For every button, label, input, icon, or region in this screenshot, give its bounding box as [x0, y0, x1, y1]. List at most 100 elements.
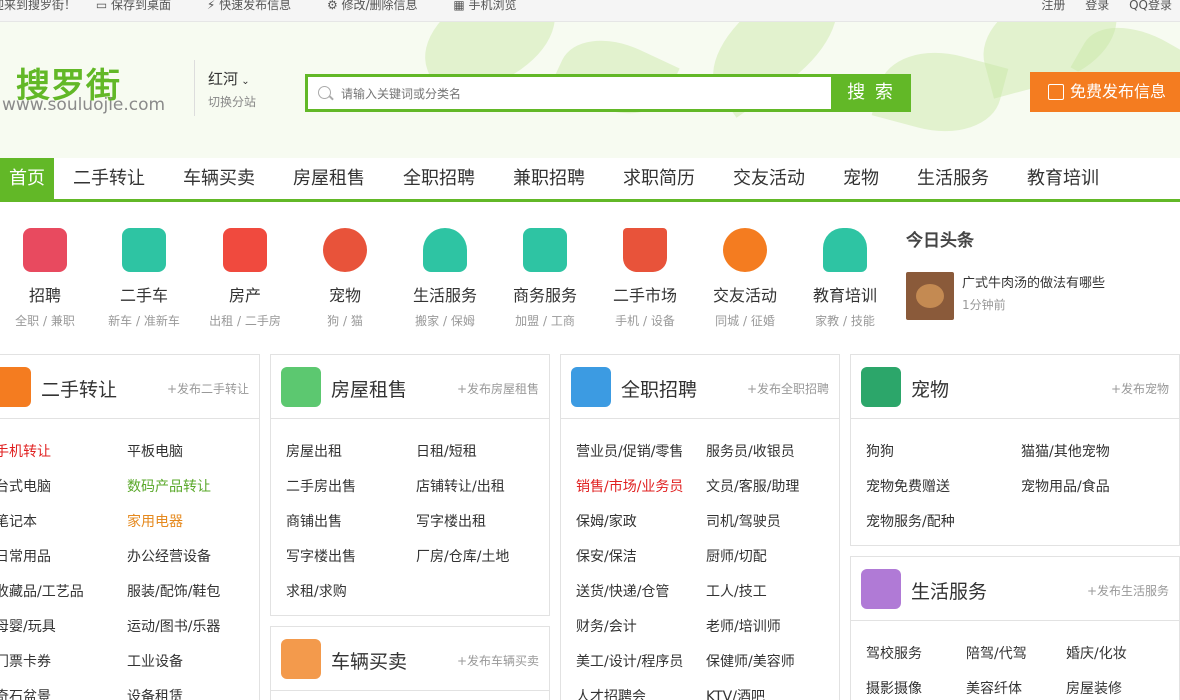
list-link[interactable]: 写字楼出租 [416, 511, 486, 531]
chevron-down-icon: ⌄ [238, 76, 250, 87]
headlines-panel: 今日头条 广式牛肉汤的做法有哪些 1分钟前 [906, 226, 1176, 320]
list-link[interactable]: 陪驾/代驾 [966, 643, 1027, 663]
list-link[interactable]: 家用电器 [127, 511, 183, 531]
register-link[interactable]: 注册 [1041, 0, 1065, 12]
city-selector[interactable]: 红河 ⌄ [208, 68, 250, 89]
graduation-cap-icon [823, 228, 867, 272]
list-link[interactable]: KTV/酒吧 [706, 686, 765, 700]
category-property[interactable]: 房产 出租 / 二手房 [195, 228, 295, 329]
list-link[interactable]: 写字楼出售 [286, 546, 356, 566]
nav-item-dating[interactable]: 交友活动 [733, 158, 805, 200]
post-housing-link[interactable]: +发布房屋租售 [457, 380, 539, 397]
list-link[interactable]: 商铺出售 [286, 511, 342, 531]
list-link[interactable]: 保姆/家政 [576, 511, 637, 531]
list-link[interactable]: 猫猫/其他宠物 [1021, 441, 1110, 461]
list-link[interactable]: 店铺转让/出租 [416, 476, 505, 496]
list-link[interactable]: 奇石盆景 [0, 686, 51, 700]
list-link[interactable]: 办公经营设备 [127, 546, 211, 566]
list-link[interactable]: 司机/驾驶员 [706, 511, 781, 531]
dog-icon [861, 367, 901, 407]
list-link[interactable]: 服装/配饰/鞋包 [127, 581, 220, 601]
qq-login-link[interactable]: QQ登录 [1129, 0, 1172, 12]
list-link[interactable]: 二手房出售 [286, 476, 356, 496]
search-input[interactable] [341, 83, 821, 105]
list-link[interactable]: 文员/客服/助理 [706, 476, 799, 496]
list-link[interactable]: 狗狗 [866, 441, 894, 461]
quick-post-link[interactable]: ⚡ 快速发布信息 [207, 0, 307, 12]
list-link[interactable]: 运动/图书/乐器 [127, 616, 220, 636]
category-dating[interactable]: 交友活动 同城 / 征婚 [695, 228, 795, 329]
list-link[interactable]: 美工/设计/程序员 [576, 651, 683, 671]
list-link[interactable]: 门票卡券 [0, 651, 51, 671]
nav-item-housing[interactable]: 房屋租售 [293, 158, 365, 200]
list-link[interactable]: 日租/短租 [416, 441, 477, 461]
list-link[interactable]: 驾校服务 [866, 643, 922, 663]
category-business[interactable]: 商务服务 加盟 / 工商 [495, 228, 595, 329]
nav-item-life[interactable]: 生活服务 [917, 158, 989, 200]
nav-item-used[interactable]: 二手转让 [73, 158, 145, 200]
category-education[interactable]: 教育培训 家教 / 技能 [795, 228, 895, 329]
panel-header: 全职招聘 +发布全职招聘 [561, 355, 839, 419]
list-link[interactable]: 婚庆/化妆 [1066, 643, 1127, 663]
list-link[interactable]: 工人/技工 [706, 581, 767, 601]
list-link[interactable]: 手机转让 [0, 441, 51, 461]
list-link[interactable]: 收藏品/工艺品 [0, 581, 84, 601]
login-link[interactable]: 登录 [1085, 0, 1109, 12]
list-link[interactable]: 母婴/玩具 [0, 616, 56, 636]
post-used-link[interactable]: +发布二手转让 [167, 380, 249, 397]
list-link[interactable]: 宠物用品/食品 [1021, 476, 1110, 496]
list-link[interactable]: 美容纤体 [966, 678, 1022, 698]
list-link[interactable]: 保安/保洁 [576, 546, 637, 566]
list-link[interactable]: 送货/快递/仓管 [576, 581, 669, 601]
list-link[interactable]: 人才招聘会 [576, 686, 646, 700]
list-link[interactable]: 房屋出租 [286, 441, 342, 461]
mobile-view-link[interactable]: ▦ 手机浏览 [453, 0, 532, 12]
list-link[interactable]: 摄影摄像 [866, 678, 922, 698]
edit-delete-link[interactable]: ⚙ 修改/删除信息 [327, 0, 434, 12]
list-link[interactable]: 宠物服务/配种 [866, 511, 955, 531]
list-link[interactable]: 销售/市场/业务员 [576, 476, 683, 496]
post-car-link[interactable]: +发布车辆买卖 [457, 652, 539, 669]
save-desktop-link[interactable]: ▭ 保存到桌面 [96, 0, 187, 12]
nav-item-home[interactable]: 首页 [0, 158, 54, 200]
news-thumbnail[interactable] [906, 272, 954, 320]
list-link[interactable]: 厨师/切配 [706, 546, 767, 566]
category-market[interactable]: 二手市场 手机 / 设备 [595, 228, 695, 329]
list-link[interactable]: 设备租赁 [127, 686, 183, 700]
list-link[interactable]: 日常用品 [0, 546, 51, 566]
nav-item-education[interactable]: 教育培训 [1027, 158, 1099, 200]
news-headline[interactable]: 广式牛肉汤的做法有哪些 [962, 272, 1162, 291]
panel-header: 生活服务 +发布生活服务 [851, 557, 1179, 621]
post-pet-link[interactable]: +发布宠物 [1111, 380, 1169, 397]
nav-item-cars[interactable]: 车辆买卖 [183, 158, 255, 200]
list-link[interactable]: 老师/培训师 [706, 616, 781, 636]
category-used-car[interactable]: 二手车 新车 / 准新车 [94, 228, 194, 329]
post-job-link[interactable]: +发布全职招聘 [747, 380, 829, 397]
list-link[interactable]: 台式电脑 [0, 476, 51, 496]
list-link[interactable]: 宠物免费赠送 [866, 476, 950, 496]
fulltime-jobs-panel: 全职招聘 +发布全职招聘 营业员/促销/零售 销售/市场/业务员 保姆/家政 保… [560, 354, 840, 700]
list-link[interactable]: 平板电脑 [127, 441, 183, 461]
list-link[interactable]: 笔记本 [0, 511, 37, 531]
nav-item-parttime[interactable]: 兼职招聘 [513, 158, 585, 200]
umbrella-icon [861, 569, 901, 609]
list-link[interactable]: 工业设备 [127, 651, 183, 671]
category-life[interactable]: 生活服务 搬家 / 保姆 [395, 228, 495, 329]
list-link[interactable]: 服务员/收银员 [706, 441, 795, 461]
nav-item-pets[interactable]: 宠物 [843, 158, 879, 200]
category-pets[interactable]: 宠物 狗 / 猫 [295, 228, 395, 329]
category-recruit[interactable]: 招聘 全职 / 兼职 [0, 228, 95, 329]
list-link[interactable]: 财务/会计 [576, 616, 637, 636]
list-link[interactable]: 数码产品转让 [127, 476, 211, 496]
switch-city-link[interactable]: 切换分站 [208, 93, 256, 110]
list-link[interactable]: 保健师/美容师 [706, 651, 795, 671]
post-life-link[interactable]: +发布生活服务 [1087, 582, 1169, 599]
search-button[interactable]: 搜 索 [831, 74, 911, 112]
nav-item-fulltime[interactable]: 全职招聘 [403, 158, 475, 200]
list-link[interactable]: 厂房/仓库/土地 [416, 546, 509, 566]
list-link[interactable]: 房屋装修 [1066, 678, 1122, 698]
list-link[interactable]: 营业员/促销/零售 [576, 441, 683, 461]
publish-button[interactable]: 免费发布信息 [1030, 72, 1180, 112]
list-link[interactable]: 求租/求购 [286, 581, 347, 601]
nav-item-resume[interactable]: 求职简历 [623, 158, 695, 200]
